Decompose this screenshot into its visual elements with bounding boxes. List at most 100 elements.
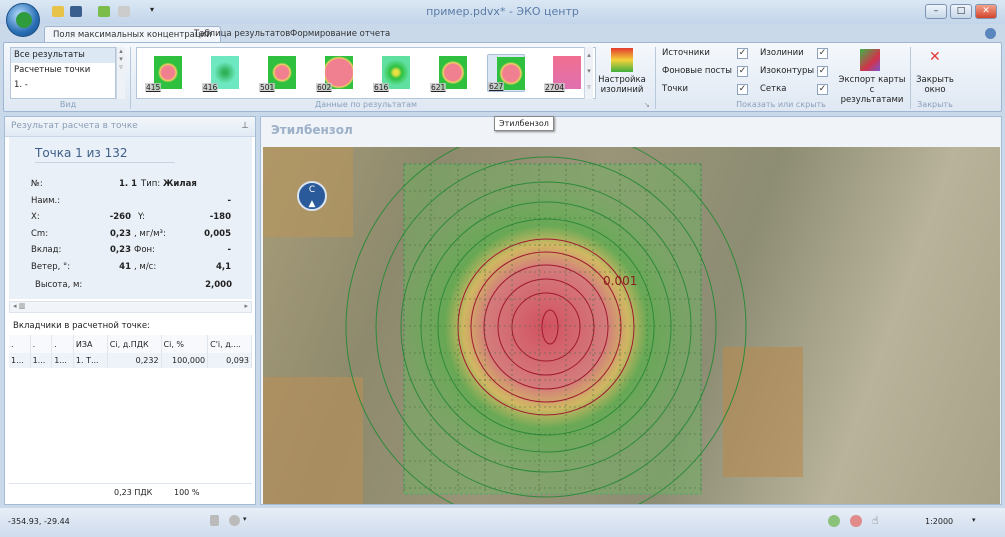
pan-hand-icon[interactable]: ☝ [872, 514, 879, 527]
column-header[interactable]: ИЗА [73, 335, 108, 353]
result-thumb-627[interactable]: 627 [487, 54, 525, 92]
x-value: -260 [109, 212, 131, 222]
settings-icon[interactable] [229, 515, 240, 526]
height-label: Высота, м: [35, 280, 83, 290]
minimize-button[interactable]: – [925, 4, 947, 19]
table-footer: 0,23 ПДК 100 % [9, 483, 252, 501]
footer-total-pdk: 0,23 ПДК [114, 488, 153, 497]
compass-icon[interactable]: C ▲ [297, 181, 327, 211]
customize-qa-icon[interactable]: ▾ [150, 5, 154, 14]
zoom-out-icon[interactable] [850, 515, 862, 527]
dialog-launcher-icon[interactable]: ↘ [644, 101, 650, 109]
result-thumb-602[interactable]: 602 [316, 54, 354, 92]
column-header[interactable]: Ci, д.ПДК [107, 335, 162, 353]
table-row[interactable]: 1... 1... 1... 1. Т... 0,232 100,000 0,093 [9, 353, 252, 368]
cm-value: 0,23 [110, 229, 131, 239]
cell: 1. Т... [73, 353, 108, 368]
settings-dropdown-icon[interactable]: ▾ [243, 515, 247, 523]
redo-icon[interactable] [118, 6, 130, 17]
zone-polygon [263, 377, 363, 504]
result-code: 621 [430, 83, 447, 92]
scale-select[interactable]: 1:2000 [925, 517, 953, 526]
ribbon: Все результаты Расчетные точки 1. - ▴ ▾ ▿ … [3, 42, 1002, 112]
bg-value: - [227, 245, 231, 255]
tab-report[interactable]: Формирование отчета [282, 26, 398, 43]
close-window-ribbon-button[interactable]: Закрыть окно [914, 75, 956, 95]
view-list-scrollbar[interactable]: ▴ ▾ ▿ [116, 47, 125, 99]
show-points-label: Точки [662, 84, 689, 94]
group-label-view: Вид [59, 100, 77, 109]
show-grid-checkbox[interactable]: ✓ [817, 84, 828, 95]
tooltip: Этилбензол [494, 116, 554, 131]
show-isolines-label: Изолинии [760, 48, 804, 58]
close-x-icon[interactable]: ✕ [929, 49, 941, 65]
show-points-checkbox[interactable]: ✓ [737, 84, 748, 95]
close-window-button[interactable]: ✕ [975, 4, 997, 19]
view-item-1[interactable]: 1. - [11, 78, 115, 93]
show-grid-label: Сетка [760, 84, 787, 94]
divider [910, 47, 911, 109]
show-sources-label: Источники [662, 48, 710, 58]
result-thumb-501[interactable]: 501 [259, 54, 297, 92]
view-list[interactable]: Все результаты Расчетные точки 1. - [10, 47, 116, 99]
save-icon[interactable] [70, 6, 82, 17]
zone-polygon [723, 347, 803, 477]
mg-label: , мг/м³: [134, 229, 166, 239]
map-layer [263, 147, 803, 504]
isoline-label: 0.001 [603, 274, 638, 288]
ms-label: , м/с: [134, 262, 157, 272]
gallery-scrollbar[interactable]: ▴ ▾ ▿ [584, 47, 593, 99]
result-code: 616 [373, 83, 390, 92]
contrib-value: 0,23 [110, 245, 131, 255]
column-header[interactable]: Ci, % [161, 335, 209, 353]
result-code: 501 [259, 83, 276, 92]
point-counter: Точка 1 из 132 [35, 146, 175, 163]
lock-icon[interactable] [210, 515, 219, 526]
result-thumb-416[interactable]: 416 [202, 54, 240, 92]
group-label-show: Показать или скрыть [736, 100, 826, 109]
show-bg-posts-checkbox[interactable]: ✓ [737, 66, 748, 77]
maximize-button[interactable]: □ [950, 4, 972, 19]
result-code: 415 [145, 83, 162, 92]
result-code: 416 [202, 83, 219, 92]
column-header[interactable]: . [51, 335, 74, 353]
result-thumb-2704[interactable]: 2704 [544, 54, 582, 92]
result-thumb-415[interactable]: 415 [145, 54, 183, 92]
cell: 0,232 [107, 353, 162, 368]
show-isolines-checkbox[interactable]: ✓ [817, 48, 828, 59]
panel-title: Результат расчета в точке [11, 121, 138, 131]
open-icon[interactable] [52, 6, 64, 17]
show-isocontours-label: Изоконтуры [760, 66, 815, 76]
type-value: Жилая [163, 179, 197, 189]
info-h-scrollbar[interactable]: ◂ ▥ ▸ [9, 301, 252, 313]
column-header[interactable]: . [9, 335, 31, 353]
group-label-close: Закрыть [917, 100, 953, 109]
column-header[interactable]: C'i, д.... [207, 335, 252, 353]
zoom-in-icon[interactable] [828, 515, 840, 527]
panel-header: Результат расчета в точке ⊥ [5, 117, 255, 137]
wind-value: 41 [119, 262, 131, 272]
export-map-icon[interactable] [860, 49, 880, 71]
y-label: Y: [138, 212, 145, 222]
wind-label: Ветер, °: [31, 262, 71, 272]
result-thumb-621[interactable]: 621 [430, 54, 468, 92]
cell: 0,093 [207, 353, 252, 368]
result-thumb-616[interactable]: 616 [373, 54, 411, 92]
undo-icon[interactable] [98, 6, 110, 17]
point-result-panel: Результат расчета в точке ⊥ Точка 1 из 13… [4, 116, 256, 505]
isolines-settings-button[interactable]: Настройка изолиний [597, 75, 647, 95]
isolines-settings-icon[interactable] [611, 48, 633, 72]
table-header: ... ИЗА Ci, д.ПДК Ci, % C'i, д.... [9, 335, 252, 353]
contrib-label: Вклад: [31, 245, 62, 255]
view-item-all[interactable]: Все результаты [11, 48, 115, 63]
help-icon[interactable] [985, 28, 996, 39]
show-sources-checkbox[interactable]: ✓ [737, 48, 748, 59]
contributors-table: ... ИЗА Ci, д.ПДК Ci, % C'i, д.... 1... 1... 1… [9, 335, 252, 368]
pin-icon[interactable]: ⊥ [241, 121, 249, 131]
scale-dropdown-icon[interactable]: ▾ [972, 516, 976, 524]
show-isocontours-checkbox[interactable]: ✓ [817, 66, 828, 77]
footer-total-percent: 100 % [174, 488, 200, 497]
view-item-points[interactable]: Расчетные точки [11, 63, 115, 78]
map-canvas[interactable]: 0.001 C ▲ [263, 147, 1000, 504]
column-header[interactable]: . [30, 335, 53, 353]
